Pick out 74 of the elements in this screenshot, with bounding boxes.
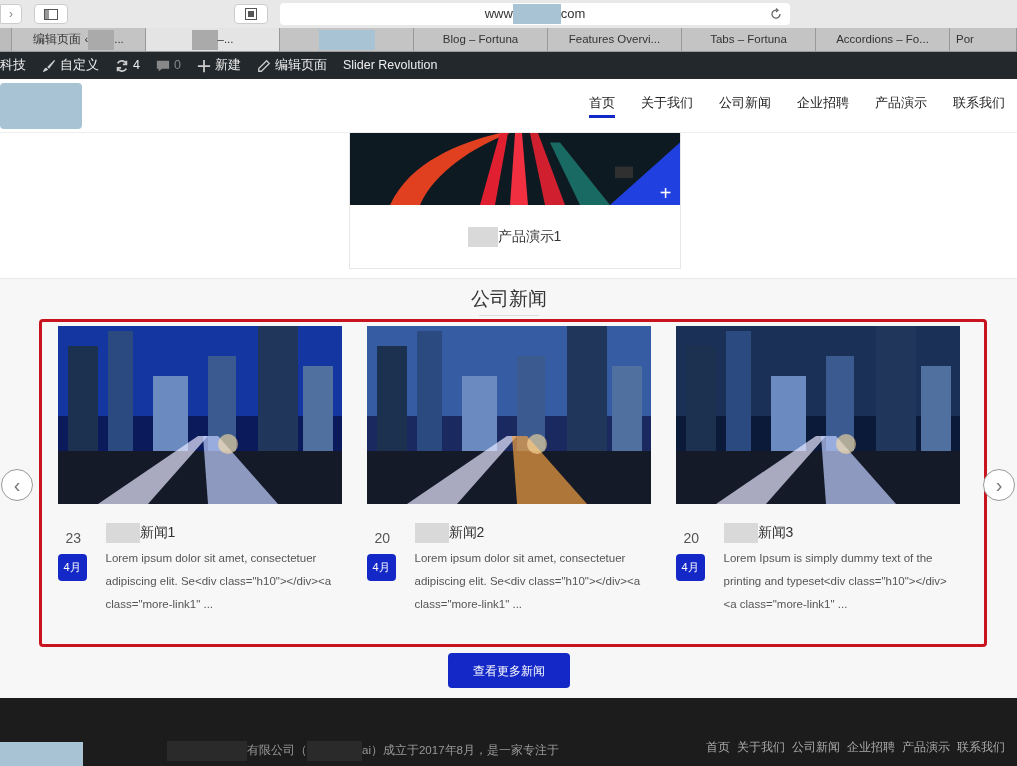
plus-icon[interactable]: + xyxy=(659,183,672,203)
tab-title: ... xyxy=(114,31,124,47)
redacted-block xyxy=(723,522,758,543)
section-heading: 公司新闻 xyxy=(470,287,547,311)
date-day: 23 xyxy=(65,528,82,549)
browser-tab[interactable]: Por xyxy=(950,28,1017,51)
footer-link[interactable]: 产品演示 xyxy=(902,738,950,756)
address-bar[interactable]: www com xyxy=(280,3,790,25)
reader-icon xyxy=(245,8,257,20)
admin-bar-item[interactable]: 4 xyxy=(115,56,140,75)
date-month: 4月 xyxy=(57,554,87,581)
comment-icon xyxy=(155,58,170,73)
refresh-icon xyxy=(115,58,129,73)
footer-link[interactable]: 首页 xyxy=(706,738,730,756)
url-text: com xyxy=(560,5,586,24)
browser-tab[interactable]: Accordions – Fo... xyxy=(816,28,950,51)
pencil-icon xyxy=(256,58,271,73)
news-excerpt: Lorem Ipsum is simply dummy text of the printing and typeset<div class="h10"></div><a class="more-link1" ... xyxy=(723,551,948,612)
news-title[interactable]: 新闻3 xyxy=(757,522,794,543)
tab-title: Features Overvi... xyxy=(568,31,661,47)
brush-icon xyxy=(42,58,56,73)
tab-title: 编辑页面 ‹ xyxy=(33,31,89,47)
product-card[interactable]: + 产品演示1 xyxy=(348,133,681,269)
tab-title: –... xyxy=(217,31,234,47)
plus-icon xyxy=(196,58,211,73)
admin-bar-item[interactable]: 新建 xyxy=(196,56,241,75)
browser-tab[interactable]: Blog – Fortuna xyxy=(414,28,548,51)
footer-link[interactable]: 公司新闻 xyxy=(792,738,840,756)
browser-tab[interactable]: Features Overvi... xyxy=(548,28,682,51)
nav-link[interactable]: 产品演示 xyxy=(875,93,927,118)
sidebar-button[interactable] xyxy=(34,4,68,24)
date-day: 20 xyxy=(374,528,391,549)
nav-link[interactable]: 关于我们 xyxy=(641,93,693,118)
next-button[interactable]: › xyxy=(983,469,1015,501)
footer-text: 有限公司（ xyxy=(247,743,307,759)
news-excerpt: Lorem ipsum dolor sit amet, consectetuer adipiscing elit. Se<div class="h10"></div><a class="more-link1" ... xyxy=(105,551,333,612)
sidebar-icon xyxy=(44,8,58,20)
news-title[interactable]: 新闻1 xyxy=(139,522,176,543)
footer-link[interactable]: 关于我们 xyxy=(737,738,785,756)
redacted-block xyxy=(512,4,561,24)
forward-button[interactable]: › xyxy=(0,4,22,24)
admin-bar-item[interactable]: 0 xyxy=(155,56,181,75)
url-text: www xyxy=(484,5,513,24)
admin-bar-item[interactable]: 科技 xyxy=(0,56,26,75)
tab-title: Blog – Fortuna xyxy=(442,31,519,47)
nav-link[interactable]: 公司新闻 xyxy=(719,93,771,118)
admin-bar-item[interactable]: 自定义 xyxy=(42,56,99,75)
tab-title: Accordions – Fo... xyxy=(836,31,929,47)
redacted-block xyxy=(105,522,140,543)
redacted-block xyxy=(467,226,498,247)
product-title: 产品演示1 xyxy=(497,227,562,246)
nav-link[interactable]: 企业招聘 xyxy=(797,93,849,118)
news-excerpt: Lorem ipsum dolor sit amet, consectetuer adipiscing elit. Se<div class="h10"></div><a class="more-link1" ... xyxy=(414,551,642,612)
reload-icon[interactable] xyxy=(770,8,782,20)
admin-bar-item[interactable]: 编辑页面 xyxy=(256,56,327,75)
browser-tab[interactable]: Tabs – Fortuna xyxy=(682,28,816,51)
footer-link[interactable]: 联系我们 xyxy=(957,738,1005,756)
date-month: 4月 xyxy=(366,554,396,581)
prev-button[interactable]: ‹ xyxy=(1,469,33,501)
browser-tab[interactable]: 编辑页面 ‹ ... xyxy=(12,28,146,51)
tab-title: Tabs – Fortuna xyxy=(710,31,787,47)
nav-link[interactable]: 联系我们 xyxy=(953,93,1005,118)
tab-title: Por xyxy=(956,31,974,47)
redacted-block xyxy=(414,522,449,543)
footer-text: ai）成立于2017年8月，是一家专注于 xyxy=(362,743,559,759)
date-month: 4月 xyxy=(675,554,705,581)
news-title[interactable]: 新闻2 xyxy=(448,522,485,543)
date-day: 20 xyxy=(683,528,700,549)
reader-button[interactable] xyxy=(234,4,268,24)
nav-link[interactable]: 首页 xyxy=(589,93,615,118)
more-news-button[interactable]: 查看更多新闻 xyxy=(447,653,570,688)
footer-link[interactable]: 企业招聘 xyxy=(847,738,895,756)
admin-bar-item[interactable]: Slider Revolution xyxy=(342,56,438,75)
browser-tab[interactable]: –... xyxy=(146,28,280,51)
